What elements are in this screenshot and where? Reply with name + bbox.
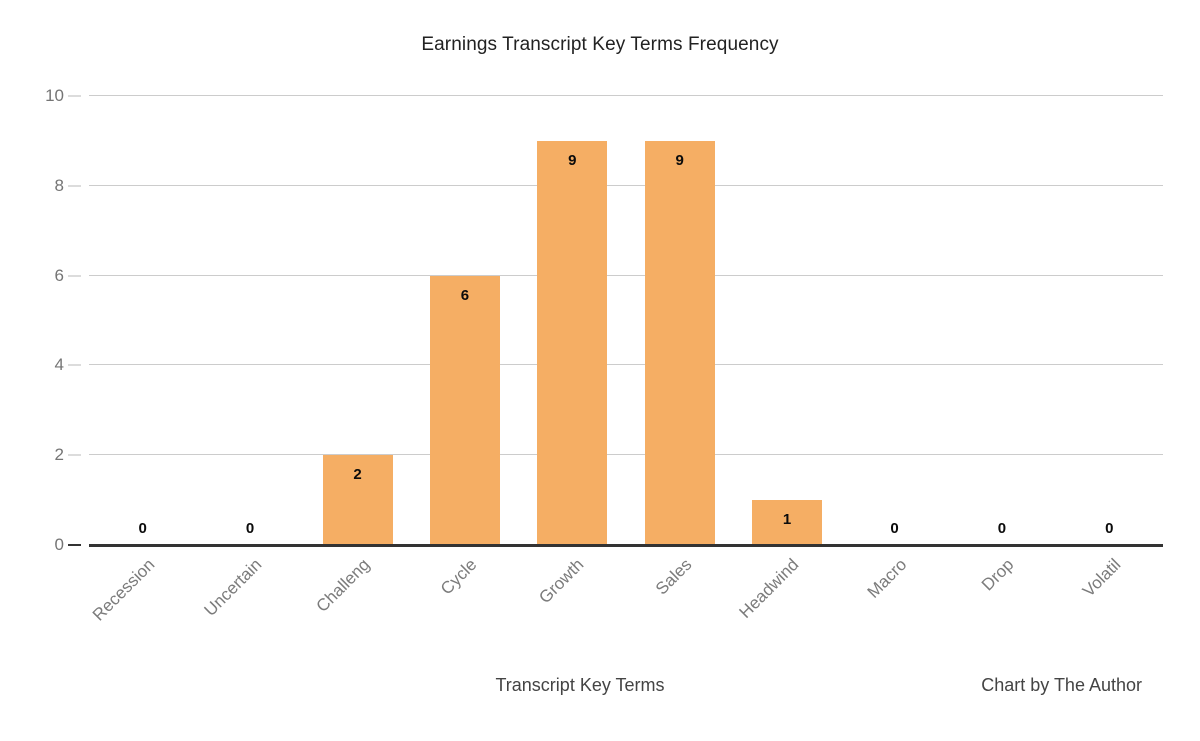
x-axis-tick-label: Sales <box>651 555 696 599</box>
bar-group[interactable]: 0 <box>215 96 285 545</box>
y-axis-tick-label: 10 <box>45 86 64 105</box>
x-axis-tick-label: Volatil <box>1079 555 1125 601</box>
chart-title: Earnings Transcript Key Terms Frequency <box>421 34 779 55</box>
x-axis-tick-label: Recession <box>88 555 159 625</box>
bar-value-label: 0 <box>997 520 1007 537</box>
y-axis-tick-label: 0 <box>54 535 64 554</box>
bar-value-label: 0 <box>1105 520 1114 537</box>
y-axis-tick-label: 8 <box>54 175 64 195</box>
y-axis-tick-mark <box>68 95 81 97</box>
y-axis-tick-label: 2 <box>54 445 64 465</box>
bar-value-label: 9 <box>675 151 684 169</box>
bar-group[interactable]: 6 <box>429 96 500 545</box>
bar-group[interactable]: 2 <box>322 96 393 545</box>
x-axis-tick-label: Cycle <box>436 555 481 599</box>
bar-value-label: 0 <box>138 520 147 537</box>
x-axis-tick-label: Macro <box>863 555 910 602</box>
bar-value-label: 9 <box>568 151 577 169</box>
y-axis-tick-mark <box>68 185 81 187</box>
y-axis-tick-mark <box>68 544 81 546</box>
bar[interactable] <box>537 140 608 545</box>
y-axis-tick-mark <box>68 364 81 366</box>
bar-value-label: 0 <box>245 520 255 537</box>
plot-area: 0 0 2 6 9 9 1 0 0 0 <box>89 95 1163 547</box>
y-axis: 0 2 4 6 8 10 <box>0 86 89 554</box>
x-axis: Recession Uncertain Challeng Cycle Growth Sal… <box>89 549 1163 649</box>
x-axis-tick-label: Growth <box>535 555 588 608</box>
chart-container: Earnings Transcript Key Terms Frequency … <box>0 0 1200 741</box>
bar-group[interactable]: 0 <box>1074 96 1144 545</box>
x-axis-tick-label: Headwind <box>735 555 803 622</box>
x-axis-title: Transcript Key Terms <box>495 675 665 695</box>
axis-baseline <box>89 544 1163 547</box>
bar[interactable] <box>429 275 500 545</box>
y-axis-tick-label: 6 <box>54 265 64 285</box>
x-axis-tick-label: Uncertain <box>200 555 266 620</box>
x-axis-tick-label: Challeng <box>312 555 373 616</box>
bar[interactable] <box>644 140 715 545</box>
y-axis-tick-mark <box>68 454 81 456</box>
chart-credit-annotation: Chart by The Author <box>981 675 1142 695</box>
bar-value-label: 2 <box>353 466 362 484</box>
bar-value-label: 1 <box>782 511 792 529</box>
bar-value-label: 6 <box>460 286 470 304</box>
bar-group[interactable]: 9 <box>644 96 715 545</box>
bar-value-label: 0 <box>890 520 899 537</box>
bar-group[interactable]: 0 <box>967 96 1037 545</box>
x-axis-tick-label: Drop <box>977 555 1018 595</box>
y-axis-tick-mark <box>68 275 81 277</box>
y-axis-tick-label: 4 <box>54 355 64 375</box>
bar-group[interactable]: 0 <box>860 96 930 545</box>
bar-group[interactable]: 0 <box>108 96 178 545</box>
bar-group[interactable]: 1 <box>752 96 823 545</box>
bar-group[interactable]: 9 <box>537 96 608 545</box>
